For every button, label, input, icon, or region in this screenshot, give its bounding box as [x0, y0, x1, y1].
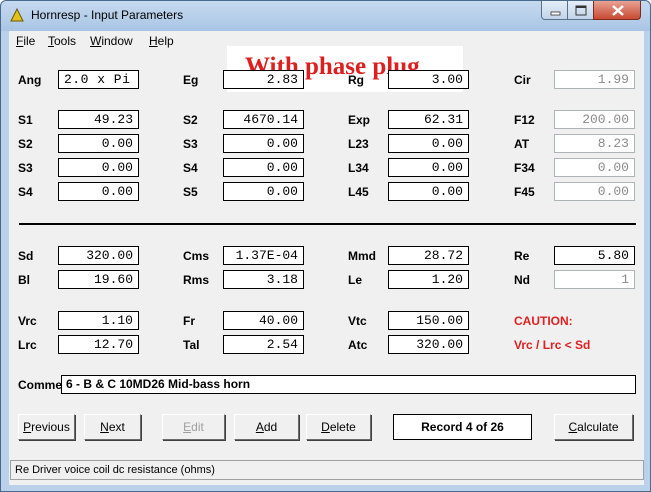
label-l34: L34 [348, 161, 369, 175]
next-button[interactable]: Next [84, 414, 141, 440]
status-bar: Re Driver voice coil dc resistance (ohms… [10, 460, 644, 480]
label-f45: F45 [514, 185, 535, 199]
field-fr[interactable]: 40.00 [223, 311, 304, 330]
label-f34: F34 [514, 161, 535, 175]
field-s2[interactable]: 0.00 [58, 134, 139, 153]
label-vrc: Vrc [18, 314, 37, 328]
field-re[interactable]: 5.80 [554, 246, 635, 265]
label-rg: Rg [348, 73, 364, 87]
label-tal: Tal [183, 338, 200, 352]
app-window: Hornresp - Input Parameters File Tools W… [0, 0, 651, 492]
client-area: File Tools Window Help With phase plug A… [9, 31, 644, 485]
menu-file[interactable]: File [16, 34, 35, 48]
field-mmd[interactable]: 28.72 [388, 246, 469, 265]
field-s1[interactable]: 49.23 [58, 110, 139, 129]
field-l45[interactable]: 0.00 [388, 182, 469, 201]
label-s2-mid: S2 [183, 113, 198, 127]
label-mmd: Mmd [348, 249, 376, 263]
delete-button[interactable]: Delete [306, 414, 371, 440]
label-s3: S3 [18, 161, 33, 175]
label-at: AT [514, 137, 530, 151]
field-lrc[interactable]: 12.70 [58, 335, 139, 354]
edit-button[interactable]: Edit [162, 414, 225, 440]
label-sd: Sd [18, 249, 34, 263]
menu-tools[interactable]: Tools [48, 34, 76, 48]
section-divider [19, 223, 636, 225]
close-icon [612, 5, 624, 16]
label-s1: S1 [18, 113, 33, 127]
label-vtc: Vtc [348, 314, 367, 328]
field-le[interactable]: 1.20 [388, 270, 469, 289]
maximize-icon [575, 5, 587, 16]
label-s4-mid: S4 [183, 161, 198, 175]
field-f34: 0.00 [554, 158, 635, 177]
field-nd: 1 [554, 270, 635, 289]
label-nd: Nd [514, 273, 530, 287]
caution-message: Vrc / Lrc < Sd [514, 338, 591, 352]
field-sd[interactable]: 320.00 [58, 246, 139, 265]
title-bar[interactable]: Hornresp - Input Parameters [1, 1, 650, 31]
label-le: Le [348, 273, 363, 287]
minimize-icon [550, 11, 561, 16]
field-eg[interactable]: 2.83 [223, 70, 304, 89]
label-l45: L45 [348, 185, 369, 199]
label-f12: F12 [514, 113, 535, 127]
menu-help[interactable]: Help [149, 34, 174, 48]
field-f45: 0.00 [554, 182, 635, 201]
calculate-button[interactable]: Calculate [554, 414, 633, 440]
label-atc: Atc [348, 338, 368, 352]
field-exp[interactable]: 62.31 [388, 110, 469, 129]
field-f12: 200.00 [554, 110, 635, 129]
field-bl[interactable]: 19.60 [58, 270, 139, 289]
label-lrc: Lrc [18, 338, 37, 352]
minimize-button[interactable] [541, 1, 568, 20]
field-at: 8.23 [554, 134, 635, 153]
label-exp: Exp [348, 113, 371, 127]
label-s2: S2 [18, 137, 33, 151]
field-cms[interactable]: 1.37E-04 [223, 246, 304, 265]
add-button[interactable]: Add [234, 414, 299, 440]
menu-window[interactable]: Window [90, 34, 133, 48]
field-rg[interactable]: 3.00 [388, 70, 469, 89]
field-s3[interactable]: 0.00 [58, 158, 139, 177]
field-atc[interactable]: 320.00 [388, 335, 469, 354]
previous-button[interactable]: Previous [18, 414, 75, 440]
field-vrc[interactable]: 1.10 [58, 311, 139, 330]
caution-title: CAUTION: [514, 314, 573, 328]
field-s5[interactable]: 0.00 [223, 182, 304, 201]
label-bl: Bl [18, 273, 30, 287]
field-vtc[interactable]: 150.00 [388, 311, 469, 330]
field-s4[interactable]: 0.00 [58, 182, 139, 201]
close-button[interactable] [593, 1, 641, 20]
field-s2-mid[interactable]: 4670.14 [223, 110, 304, 129]
window-title: Hornresp - Input Parameters [31, 8, 184, 22]
field-s3-mid[interactable]: 0.00 [223, 134, 304, 153]
comment-field[interactable]: 6 - B & C 10MD26 Mid-bass horn [61, 375, 636, 394]
field-cir: 1.99 [554, 70, 635, 89]
label-s5: S5 [183, 185, 198, 199]
field-tal[interactable]: 2.54 [223, 335, 304, 354]
field-l23[interactable]: 0.00 [388, 134, 469, 153]
label-ang: Ang [18, 73, 42, 87]
app-icon [10, 7, 24, 22]
label-s3-mid: S3 [183, 137, 198, 151]
label-fr: Fr [183, 314, 195, 328]
label-s4: S4 [18, 185, 33, 199]
record-indicator: Record 4 of 26 [393, 414, 532, 440]
field-rms[interactable]: 3.18 [223, 270, 304, 289]
label-rms: Rms [183, 273, 210, 287]
label-l23: L23 [348, 137, 369, 151]
maximize-button[interactable] [567, 1, 594, 20]
label-eg: Eg [183, 73, 199, 87]
label-re: Re [514, 249, 530, 263]
field-ang[interactable]: 2.0 x Pi [58, 70, 139, 89]
label-cms: Cms [183, 249, 210, 263]
field-l34[interactable]: 0.00 [388, 158, 469, 177]
field-s4-mid[interactable]: 0.00 [223, 158, 304, 177]
label-cir: Cir [514, 73, 531, 87]
